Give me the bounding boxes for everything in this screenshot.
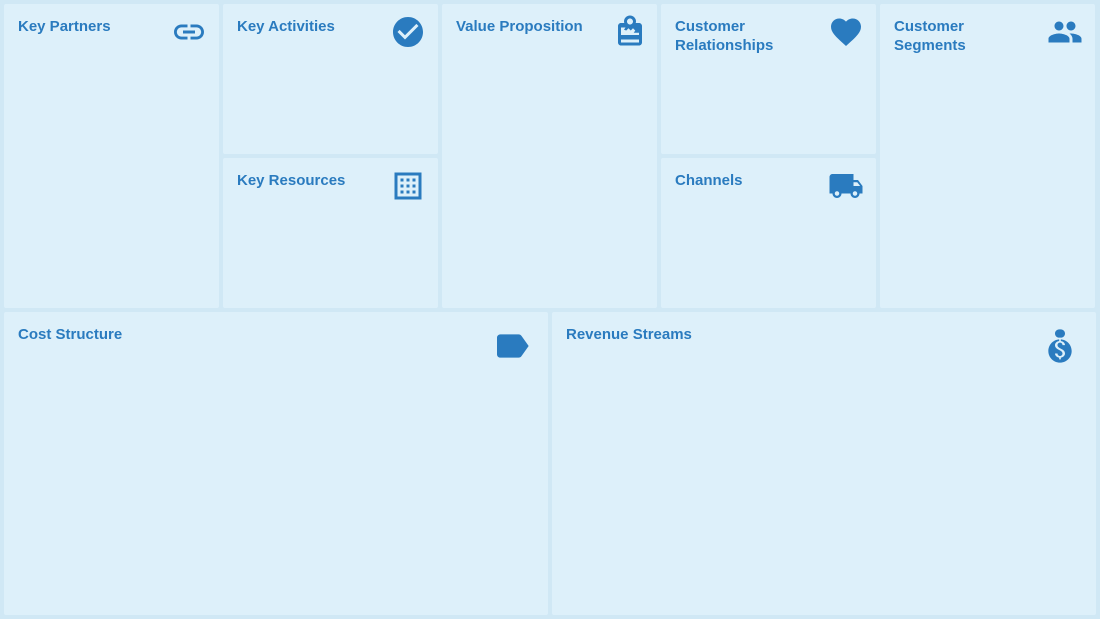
gift-icon xyxy=(609,14,645,50)
key-resources-cell[interactable]: Key Resources xyxy=(223,158,438,308)
key-partners-cell[interactable]: Key Partners xyxy=(4,4,219,308)
money-bag-icon xyxy=(1040,326,1080,366)
people-icon xyxy=(1047,14,1083,50)
customer-segments-cell[interactable]: Customer Segments xyxy=(880,4,1095,308)
key-activities-cell[interactable]: Key Activities xyxy=(223,4,438,154)
truck-icon xyxy=(828,168,864,204)
key-activities-stack: Key Activities Key Resources xyxy=(223,4,438,308)
customer-relationships-title: Customer Relationships xyxy=(675,18,815,56)
top-section: Key Partners Key Activities Key Resource… xyxy=(4,4,1096,308)
customer-relationships-cell[interactable]: Customer Relationships xyxy=(661,4,876,154)
key-activities-title: Key Activities xyxy=(237,18,377,37)
channels-cell[interactable]: Channels xyxy=(661,158,876,308)
link-icon xyxy=(171,14,207,50)
business-model-canvas: Key Partners Key Activities Key Resource… xyxy=(0,0,1100,619)
key-partners-title: Key Partners xyxy=(18,18,158,37)
revenue-streams-cell[interactable]: Revenue Streams xyxy=(552,312,1096,616)
tag-icon xyxy=(492,326,532,366)
cost-structure-cell[interactable]: Cost Structure xyxy=(4,312,548,616)
value-proposition-title: Value Proposition xyxy=(456,18,596,37)
revenue-streams-title: Revenue Streams xyxy=(566,326,953,345)
check-circle-icon xyxy=(390,14,426,50)
value-proposition-cell[interactable]: Value Proposition xyxy=(442,4,657,308)
key-resources-title: Key Resources xyxy=(237,172,377,191)
customer-stack: Customer Relationships Channels xyxy=(661,4,876,308)
channels-title: Channels xyxy=(675,172,815,191)
heart-icon xyxy=(828,14,864,50)
bottom-section: Cost Structure Revenue Streams xyxy=(4,312,1096,616)
customer-segments-title: Customer Segments xyxy=(894,18,1034,56)
factory-icon xyxy=(390,168,426,204)
cost-structure-title: Cost Structure xyxy=(18,326,405,345)
